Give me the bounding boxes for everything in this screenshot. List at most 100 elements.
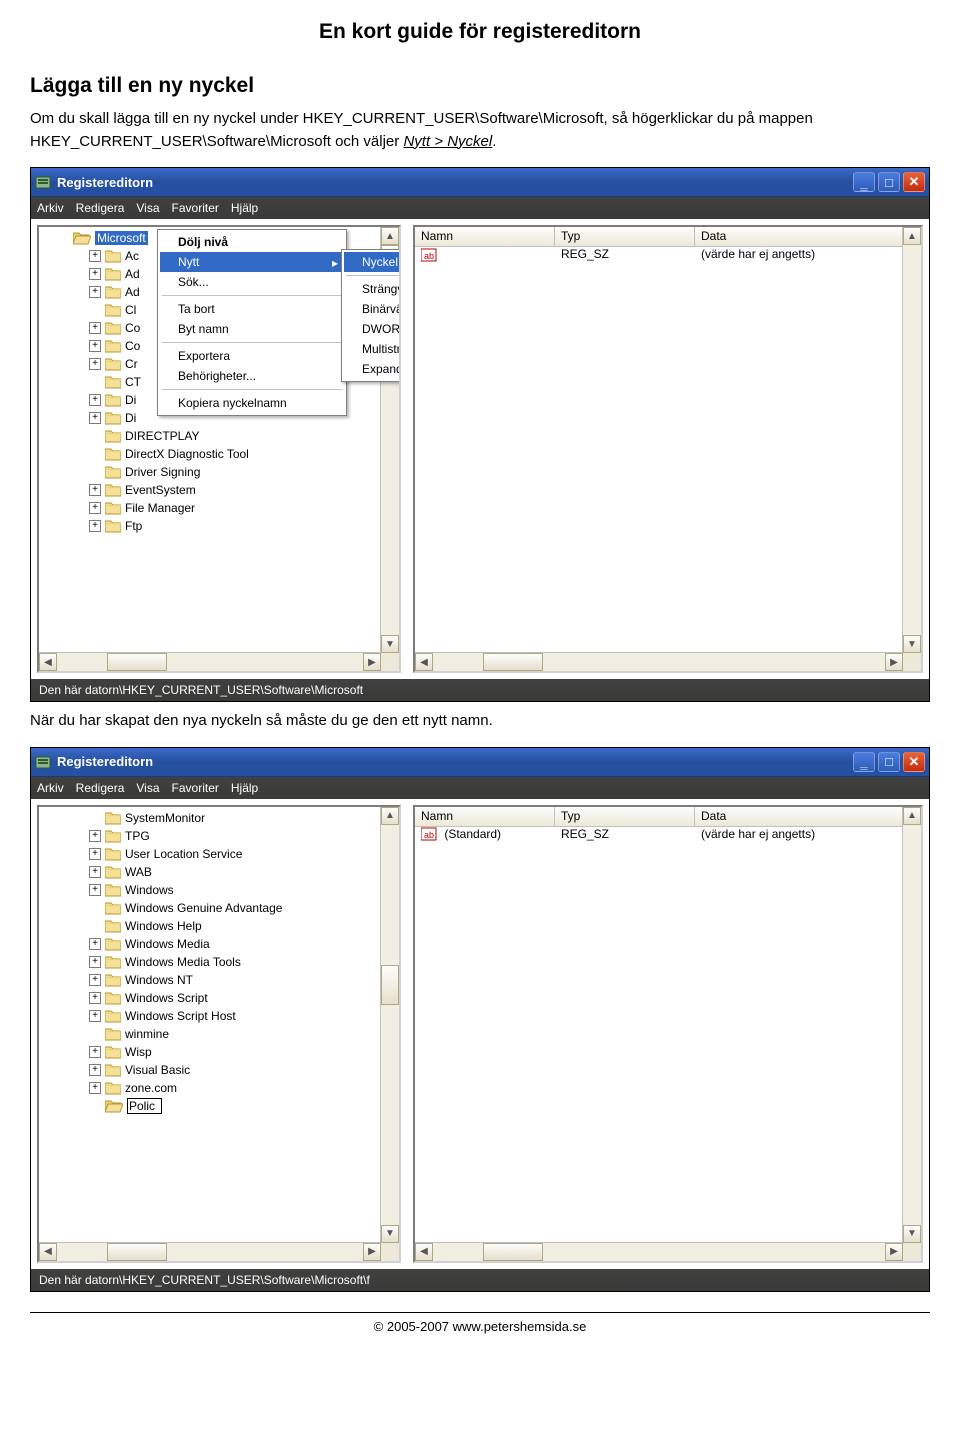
ctx-dword[interactable]: DWORD-värde [344, 319, 401, 339]
vscrollbar[interactable]: ▲ ▼ [380, 807, 399, 1243]
expand-plus-icon[interactable]: + [89, 866, 101, 878]
scroll-left-icon[interactable]: ◀ [39, 653, 57, 671]
tree-item[interactable]: +Windows [39, 881, 381, 899]
expand-plus-icon[interactable]: + [89, 1010, 101, 1022]
expand-plus-icon[interactable]: + [89, 394, 101, 406]
vscrollbar[interactable]: ▲ ▼ [902, 227, 921, 653]
expand-plus-icon[interactable]: + [89, 340, 101, 352]
values-pane[interactable]: Namn Typ Data ab (Standard) REG_SZ (värd… [413, 805, 923, 1263]
tree-item[interactable]: +EventSystem [39, 481, 381, 499]
scroll-left-icon[interactable]: ◀ [415, 1243, 433, 1261]
expand-plus-icon[interactable]: + [89, 358, 101, 370]
hscrollbar[interactable]: ◀ ▶ [39, 652, 381, 671]
expand-plus-icon[interactable]: + [89, 322, 101, 334]
tree-item[interactable]: Windows Genuine Advantage [39, 899, 381, 917]
ctx-multistrang[interactable]: Multisträngvärde [344, 339, 401, 359]
menu-favoriter[interactable]: Favoriter [172, 201, 219, 215]
scroll-up-icon[interactable]: ▲ [903, 227, 921, 245]
value-row[interactable]: ab REG_SZ (värde har ej angetts) [415, 247, 921, 265]
expand-plus-icon[interactable]: + [89, 1082, 101, 1094]
tree-item-editing[interactable]: Polic [39, 1097, 381, 1115]
expand-plus-icon[interactable]: + [89, 286, 101, 298]
tree-item[interactable]: +zone.com [39, 1079, 381, 1097]
ctx-expanderbart[interactable]: Expanderbart strängvärde [344, 359, 401, 379]
expand-plus-icon[interactable]: + [89, 520, 101, 532]
expand-plus-icon[interactable]: + [89, 484, 101, 496]
ctx-sok[interactable]: Sök... [160, 272, 344, 292]
menu-redigera[interactable]: Redigera [76, 781, 125, 795]
tree-item[interactable]: +File Manager [39, 499, 381, 517]
ctx-kopiera-nyckelnamn[interactable]: Kopiera nyckelnamn [160, 393, 344, 413]
scroll-left-icon[interactable]: ◀ [39, 1243, 57, 1261]
menu-visa[interactable]: Visa [136, 201, 159, 215]
menu-redigera[interactable]: Redigera [76, 201, 125, 215]
tree-item[interactable]: +User Location Service [39, 845, 381, 863]
tree-item[interactable]: SystemMonitor [39, 809, 381, 827]
hscrollbar[interactable]: ◀ ▶ [415, 652, 903, 671]
tree-item[interactable]: Windows Help [39, 917, 381, 935]
ctx-exportera[interactable]: Exportera [160, 346, 344, 366]
col-typ[interactable]: Typ [555, 807, 695, 827]
scroll-down-icon[interactable]: ▼ [381, 1225, 399, 1243]
scroll-down-icon[interactable]: ▼ [903, 635, 921, 653]
tree-item[interactable]: DirectX Diagnostic Tool [39, 445, 381, 463]
scroll-up-icon[interactable]: ▲ [903, 807, 921, 825]
tree-item[interactable]: +Windows Script Host [39, 1007, 381, 1025]
col-namn[interactable]: Namn [415, 227, 555, 247]
scroll-thumb[interactable] [381, 965, 399, 1005]
ctx-tabort[interactable]: Ta bort [160, 299, 344, 319]
tree-item[interactable]: +Visual Basic [39, 1061, 381, 1079]
maximize-button[interactable]: □ [878, 172, 900, 192]
scroll-right-icon[interactable]: ▶ [363, 653, 381, 671]
ctx-behorigheter[interactable]: Behörigheter... [160, 366, 344, 386]
titlebar[interactable]: Registereditorn ‗ □ ✕ [31, 168, 929, 197]
scroll-right-icon[interactable]: ▶ [885, 1243, 903, 1261]
expand-plus-icon[interactable]: + [89, 992, 101, 1004]
minimize-button[interactable]: ‗ [853, 752, 875, 772]
menu-hjalp[interactable]: Hjälp [231, 781, 258, 795]
tree-pane[interactable]: Microsoft+Ac+Ad+AdCl+Co+Co+CrCT+Di+DiDIR… [37, 225, 401, 673]
tree-item[interactable]: Driver Signing [39, 463, 381, 481]
tree-pane[interactable]: SystemMonitor+TPG+User Location Service+… [37, 805, 401, 1263]
tree-item[interactable]: +Wisp [39, 1043, 381, 1061]
scroll-right-icon[interactable]: ▶ [885, 653, 903, 671]
tree-item[interactable]: +TPG [39, 827, 381, 845]
col-typ[interactable]: Typ [555, 227, 695, 247]
close-button[interactable]: ✕ [903, 752, 925, 772]
expand-plus-icon[interactable]: + [89, 884, 101, 896]
hscroll-thumb[interactable] [483, 1243, 543, 1261]
scroll-left-icon[interactable]: ◀ [415, 653, 433, 671]
menu-favoriter[interactable]: Favoriter [172, 781, 219, 795]
minimize-button[interactable]: ‗ [853, 172, 875, 192]
expand-plus-icon[interactable]: + [89, 974, 101, 986]
expand-plus-icon[interactable]: + [89, 938, 101, 950]
col-data[interactable]: Data [695, 807, 921, 827]
tree-item[interactable]: +Windows NT [39, 971, 381, 989]
tree-item[interactable]: +Windows Media Tools [39, 953, 381, 971]
tree-item[interactable]: +WAB [39, 863, 381, 881]
maximize-button[interactable]: □ [878, 752, 900, 772]
ctx-dolj-niva[interactable]: Dölj nivå [160, 232, 344, 252]
expand-plus-icon[interactable]: + [89, 830, 101, 842]
close-button[interactable]: ✕ [903, 172, 925, 192]
ctx-nytt[interactable]: Nytt▸ [160, 252, 344, 272]
col-namn[interactable]: Namn [415, 807, 555, 827]
vscrollbar[interactable]: ▲ ▼ [902, 807, 921, 1243]
expand-plus-icon[interactable]: + [89, 268, 101, 280]
tree-item[interactable]: +Windows Media [39, 935, 381, 953]
hscrollbar[interactable]: ◀ ▶ [39, 1242, 381, 1261]
values-pane[interactable]: Namn Typ Data ab REG_SZ (värde har ej an… [413, 225, 923, 673]
expand-plus-icon[interactable]: + [89, 956, 101, 968]
menu-arkiv[interactable]: Arkiv [37, 201, 64, 215]
hscroll-thumb[interactable] [107, 653, 167, 671]
menu-visa[interactable]: Visa [136, 781, 159, 795]
ctx-binarvarde[interactable]: Binärvärde [344, 299, 401, 319]
tree-item[interactable]: winmine [39, 1025, 381, 1043]
hscroll-thumb[interactable] [483, 653, 543, 671]
expand-plus-icon[interactable]: + [89, 250, 101, 262]
expand-plus-icon[interactable]: + [89, 1046, 101, 1058]
tree-item[interactable]: DIRECTPLAY [39, 427, 381, 445]
scroll-down-icon[interactable]: ▼ [903, 1225, 921, 1243]
scroll-right-icon[interactable]: ▶ [363, 1243, 381, 1261]
ctx-strangvarde[interactable]: Strängvärde [344, 279, 401, 299]
